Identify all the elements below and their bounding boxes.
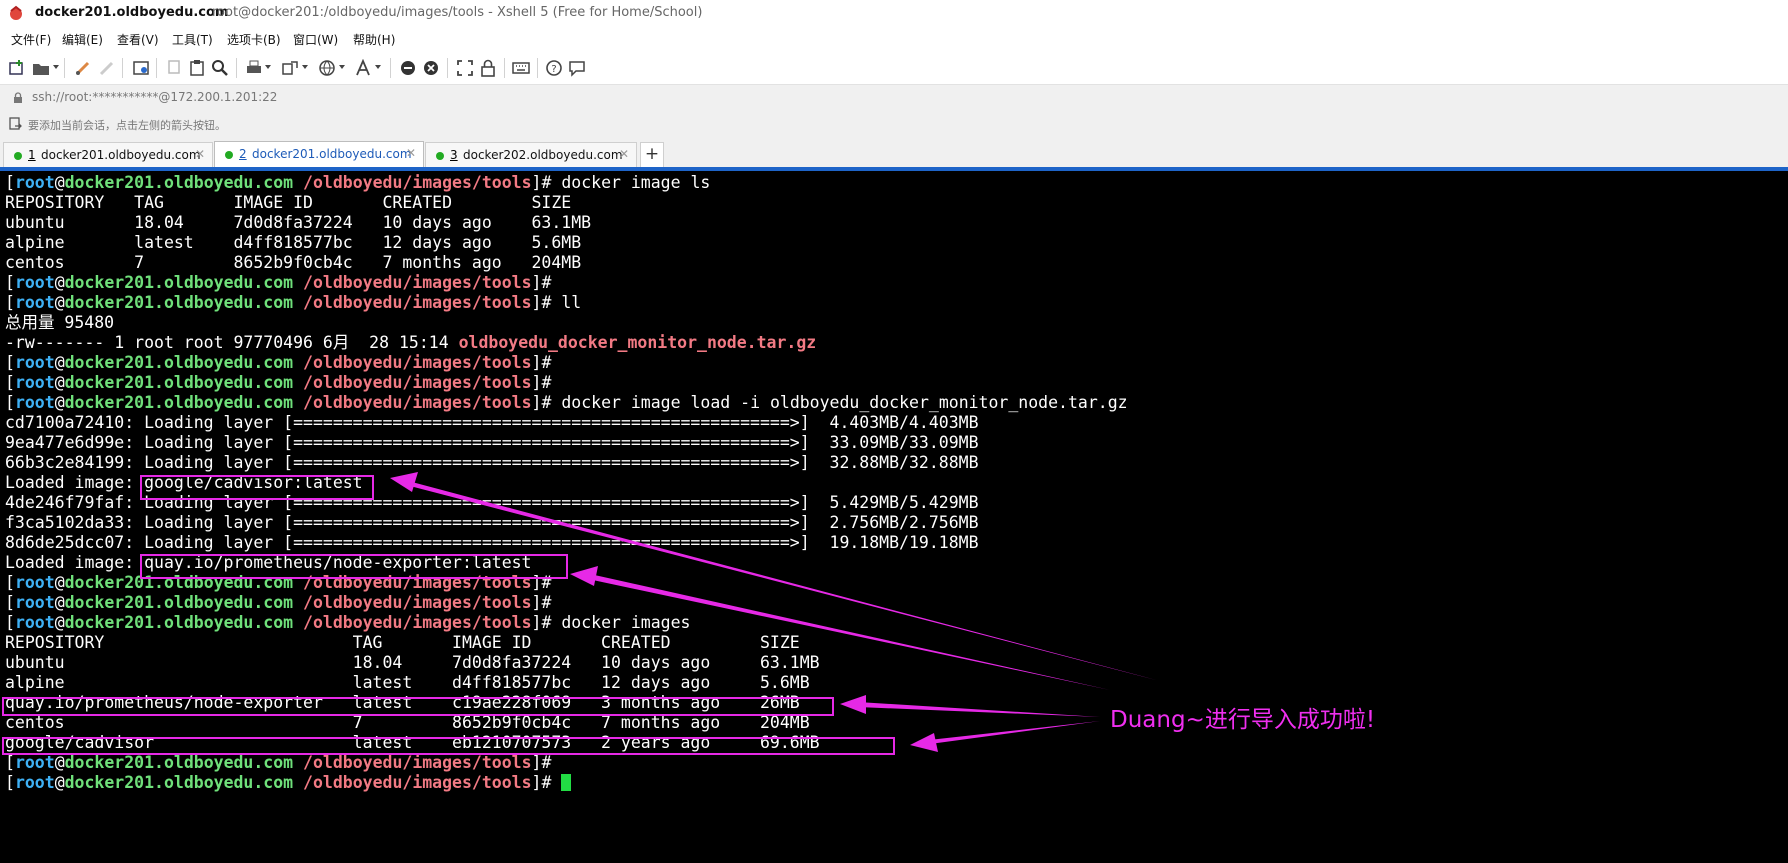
arrow-to-cadvisor-row (929, 721, 1100, 744)
arrow-to-node-exporter-loaded (588, 574, 1110, 690)
annotation-text: Duang~进行导入成功啦! (1110, 707, 1376, 733)
arrow-head-node-exporter-row (840, 695, 866, 714)
arrow-head-cadvisor-row (910, 733, 938, 752)
arrow-to-node-exporter-row (858, 702, 1100, 717)
arrow-head-cadvisor (390, 472, 418, 492)
arrow-to-cadvisor-loaded (410, 482, 1156, 680)
arrow-head-node-exporter (570, 566, 598, 586)
annotation-arrows (390, 472, 1156, 752)
